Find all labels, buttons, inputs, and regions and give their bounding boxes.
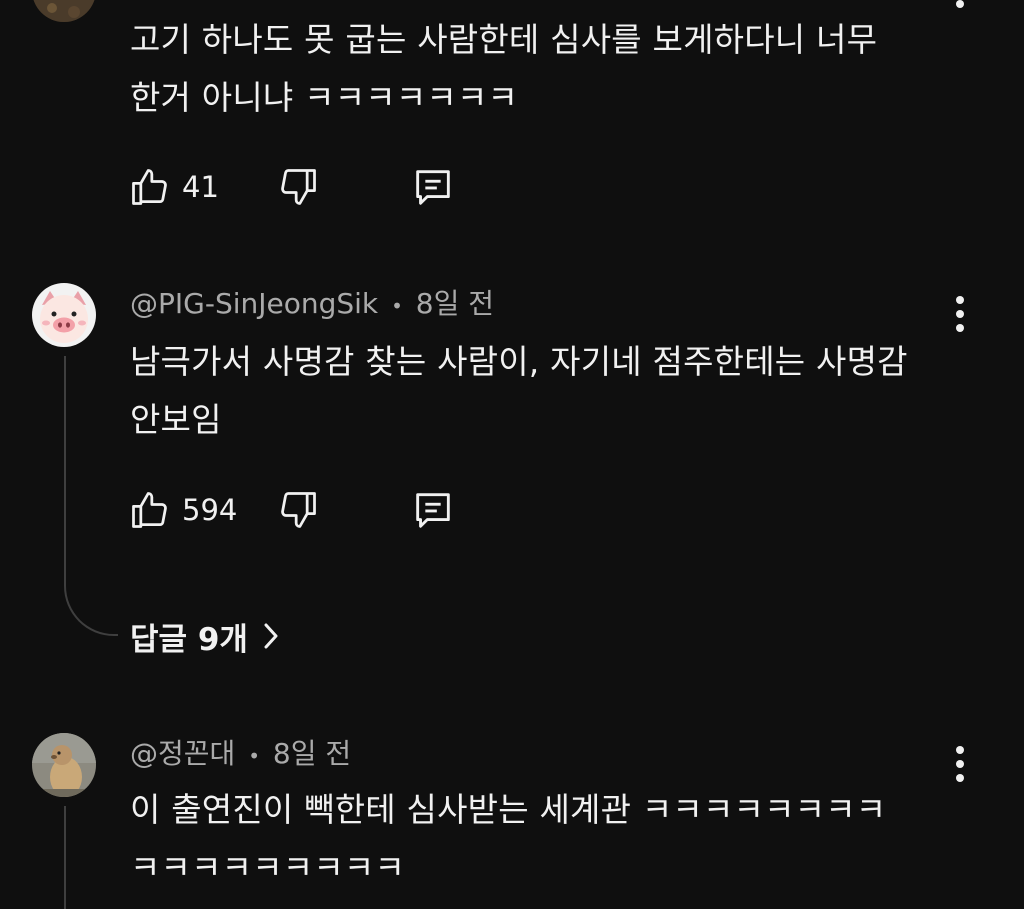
like-button[interactable]: 41 [128, 165, 276, 209]
pig-avatar [32, 283, 96, 347]
avatar[interactable] [32, 283, 96, 347]
comment-actions: 41 [128, 162, 456, 212]
comment-text-line: 안보임 [130, 400, 222, 439]
chevron-right-icon [264, 623, 278, 649]
comment-actions: 594 [128, 485, 456, 535]
thumbs-up-icon [132, 492, 167, 528]
dislike-button[interactable] [276, 488, 410, 532]
comment-author[interactable]: @PIG-SinJeongSik [130, 287, 378, 320]
meta-separator: • [248, 744, 260, 768]
meta-separator: • [391, 294, 403, 318]
comment-text-line: 고기 하나도 못 굽는 사람한테 심사를 보게하다니 너무 [130, 20, 878, 59]
comment-text: 남극가서 사명감 찾는 사람이, 자기네 점주한테는 사명감 안보임 [130, 333, 930, 449]
thumbs-down-icon [281, 169, 316, 205]
thread-connector-line [64, 356, 118, 636]
comment-meta: @PIG-SinJeongSik • 8일 전 [130, 284, 494, 326]
more-options-button[interactable] [944, 290, 976, 338]
comment-text-line: 이 출연진이 빽한테 심사받는 세계관 ㅋㅋㅋㅋㅋㅋㅋㅋ [130, 790, 887, 829]
comment-author[interactable]: @정꼰대 [130, 737, 235, 770]
more-options-button[interactable] [944, 0, 976, 14]
comment-icon [416, 493, 450, 528]
comment-icon [416, 170, 450, 205]
comment-text-line: 남극가서 사명감 찾는 사람이, 자기네 점주한테는 사명감 [130, 342, 908, 381]
thread-connector-line [64, 806, 66, 909]
thumbs-down-icon [281, 492, 316, 528]
like-count: 594 [182, 493, 238, 527]
view-replies-button[interactable]: 답글 9개 [130, 611, 280, 661]
avatar[interactable] [32, 0, 96, 22]
comment-meta: @정꼰대 • 8일 전 [130, 734, 351, 776]
comment-time[interactable]: 8일 전 [273, 737, 351, 770]
replies-label: 답글 9개 [130, 621, 248, 658]
dark-texture-avatar-image [32, 0, 96, 22]
like-count: 41 [182, 170, 219, 204]
comment-text: 고기 하나도 못 굽는 사람한테 심사를 보게하다니 너무 한거 아니냐 ㅋㅋㅋ… [130, 11, 930, 127]
comment-time[interactable]: 8일 전 [416, 287, 494, 320]
like-button[interactable]: 594 [128, 488, 276, 532]
more-options-button[interactable] [944, 740, 976, 788]
reply-button[interactable] [410, 164, 456, 210]
marmot-avatar [32, 733, 96, 797]
dislike-button[interactable] [276, 165, 410, 209]
comment-text-line: ㅋㅋㅋㅋㅋㅋㅋㅋㅋ [130, 848, 406, 887]
thumbs-up-icon [132, 169, 167, 205]
comment-text: 이 출연진이 빽한테 심사받는 세계관 ㅋㅋㅋㅋㅋㅋㅋㅋ ㅋㅋㅋㅋㅋㅋㅋㅋㅋ [130, 781, 930, 897]
comment-text-line: 한거 아니냐 ㅋㅋㅋㅋㅋㅋㅋ [130, 78, 519, 117]
reply-button[interactable] [410, 487, 456, 533]
avatar[interactable] [32, 733, 96, 797]
